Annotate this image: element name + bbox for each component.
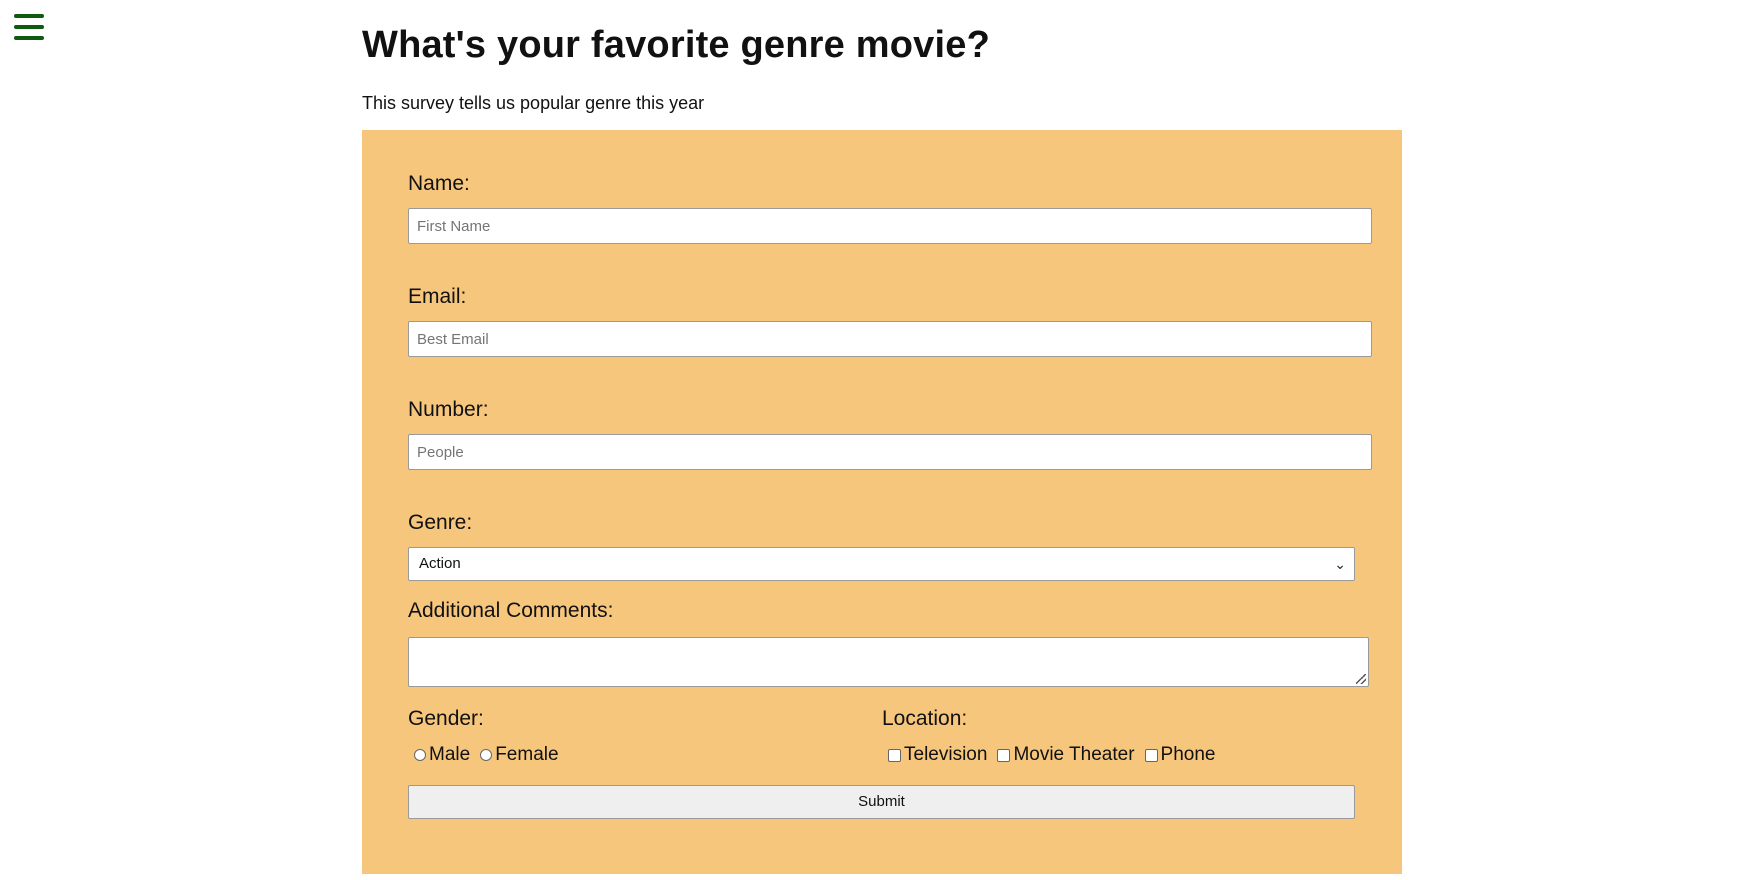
television-label: Television xyxy=(904,744,988,765)
number-group: Number: xyxy=(408,398,1372,470)
phone-checkbox[interactable] xyxy=(1144,748,1158,762)
location-option-television[interactable]: Television xyxy=(882,744,987,766)
number-input[interactable] xyxy=(408,434,1372,470)
comments-textarea[interactable] xyxy=(408,637,1369,687)
gender-location-row: Gender: Male Female Location: Television… xyxy=(408,707,1372,766)
location-label: Location: xyxy=(882,707,968,730)
gender-group: Gender: Male Female xyxy=(408,707,882,766)
email-group: Email: xyxy=(408,285,1372,357)
female-radio[interactable] xyxy=(480,749,493,761)
location-group: Location: Television Movie Theater Phone xyxy=(882,707,1220,766)
movie-theater-label: Movie Theater xyxy=(1013,744,1135,765)
page-title: What's your favorite genre movie? xyxy=(362,24,990,66)
submit-button[interactable]: Submit xyxy=(408,785,1355,819)
female-label: Female xyxy=(495,744,559,765)
television-checkbox[interactable] xyxy=(888,748,901,762)
genre-select[interactable]: Action ⌄ xyxy=(408,547,1355,581)
genre-label: Genre: xyxy=(408,511,473,534)
chevron-down-icon: ⌄ xyxy=(1334,556,1346,572)
email-label: Email: xyxy=(408,285,467,308)
email-input[interactable] xyxy=(408,321,1372,357)
number-label: Number: xyxy=(408,398,489,421)
genre-group: Genre: Action ⌄ xyxy=(408,511,1372,581)
phone-label: Phone xyxy=(1160,744,1216,765)
comments-group: Additional Comments: xyxy=(408,599,1372,687)
menu-bar xyxy=(14,14,44,18)
gender-label: Gender: xyxy=(408,707,484,730)
comments-label: Additional Comments: xyxy=(408,599,614,622)
page-subtitle: This survey tells us popular genre this … xyxy=(362,93,705,113)
name-group: Name: xyxy=(408,172,1372,244)
location-option-movie-theater[interactable]: Movie Theater xyxy=(991,744,1135,766)
hamburger-menu-icon[interactable] xyxy=(14,14,44,40)
menu-bar xyxy=(14,36,44,40)
movie-theater-checkbox[interactable] xyxy=(997,748,1011,762)
genre-selected-value: Action xyxy=(419,555,461,572)
male-radio[interactable] xyxy=(414,749,426,761)
resize-handle-icon[interactable] xyxy=(1356,674,1366,684)
name-input[interactable] xyxy=(408,208,1372,244)
survey-container: What's your favorite genre movie? This s… xyxy=(362,0,1402,874)
survey-form: Name: Email: Number: Genre: Action ⌄ Add… xyxy=(362,130,1402,874)
gender-option-male[interactable]: Male xyxy=(408,744,470,766)
location-option-phone[interactable]: Phone xyxy=(1139,744,1216,766)
male-label: Male xyxy=(429,744,471,765)
name-label: Name: xyxy=(408,172,470,195)
menu-bar xyxy=(14,25,44,29)
gender-option-female[interactable]: Female xyxy=(474,744,559,766)
